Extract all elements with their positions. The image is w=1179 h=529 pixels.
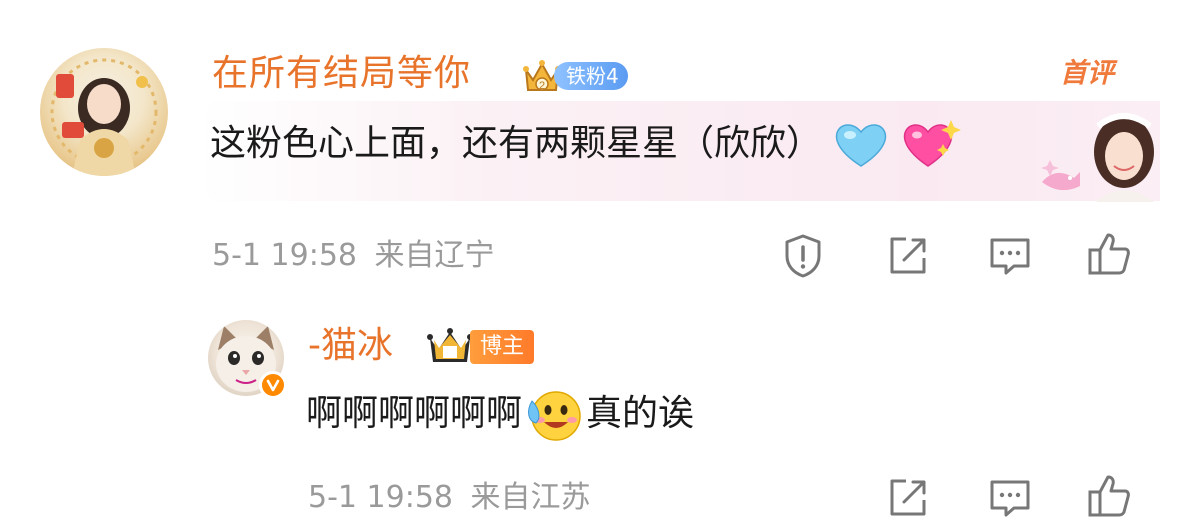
reply-text-line: 啊啊啊啊啊啊 真的诶 — [306, 386, 694, 443]
blue-heart-icon — [836, 124, 887, 167]
replier-username[interactable]: -猫冰 — [308, 322, 393, 370]
verified-badge-icon — [259, 371, 287, 399]
reply-share-icon[interactable] — [884, 474, 932, 522]
reply-comment-icon[interactable] — [986, 474, 1034, 522]
girl-sticker-icon — [1041, 113, 1154, 202]
share-icon[interactable] — [884, 232, 932, 280]
reply-text-before-emoji: 啊啊啊啊啊啊 — [306, 393, 523, 434]
commenter-avatar[interactable] — [40, 48, 168, 176]
fan-badge-label: 铁粉4 — [554, 62, 628, 90]
fan-badge[interactable]: 2 铁粉4 — [520, 54, 650, 94]
comment-meta: 5-1 19:58 来自辽宁 — [212, 234, 495, 278]
reply-meta: 5-1 19:58 来自江苏 — [308, 476, 591, 520]
commenter-username[interactable]: 在所有结局等你 — [212, 50, 471, 98]
comment-text-line: 这粉色心上面，还有两颗星星（欣欣） — [210, 118, 961, 172]
blogger-crown-icon — [427, 328, 473, 362]
comment-text: 这粉色心上面，还有两颗星星（欣欣） — [210, 123, 823, 164]
reply-text-after-emoji: 真的诶 — [586, 393, 695, 434]
reply-location: 来自江苏 — [470, 480, 591, 515]
blogger-tag: 博主 — [470, 330, 535, 364]
reply-icon[interactable] — [986, 232, 1034, 280]
reply-like-icon[interactable] — [1086, 472, 1134, 520]
comment-decoration — [1030, 100, 1158, 202]
reply-time: 5-1 19:58 — [308, 480, 453, 515]
sparkling-heart-icon — [903, 120, 961, 167]
crown-number: 2 — [539, 80, 545, 92]
sweat-smile-face-icon — [528, 391, 581, 441]
report-icon[interactable] — [779, 232, 827, 280]
like-icon[interactable] — [1086, 230, 1134, 278]
comment-location: 来自辽宁 — [374, 238, 495, 273]
first-comment-tag: 首评 — [1060, 58, 1114, 89]
avatar-illustration — [50, 58, 158, 176]
comment-time: 5-1 19:58 — [212, 238, 357, 273]
